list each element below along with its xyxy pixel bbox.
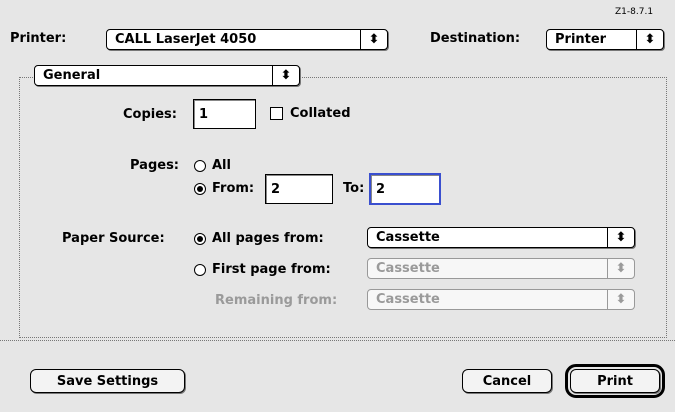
panel-popup[interactable]: General ⬍ [34, 65, 300, 86]
pages-to-field[interactable] [369, 173, 441, 205]
destination-label: Destination: [430, 31, 521, 46]
pages-from-label: From: [212, 181, 255, 196]
copies-label: Copies: [123, 107, 177, 122]
save-settings-button[interactable]: Save Settings [30, 369, 185, 393]
version-label: Z1-8.7.1 [615, 7, 654, 17]
popup-arrows-icon: ⬍ [272, 66, 299, 85]
popup-arrows-icon: ⬍ [636, 30, 663, 49]
first-page-radio[interactable] [194, 264, 206, 276]
all-pages-source-popup[interactable]: Cassette ⬍ [367, 227, 635, 248]
remaining-source-popup[interactable]: Cassette ⬍ [367, 289, 635, 310]
print-button[interactable]: Print [565, 364, 665, 398]
paper-source-label: Paper Source: [62, 231, 165, 246]
pages-from-field[interactable] [265, 174, 333, 204]
popup-arrows-icon: ⬍ [607, 290, 634, 309]
printer-popup[interactable]: CALL LaserJet 4050 ⬍ [106, 29, 388, 50]
pages-label: Pages: [130, 158, 180, 173]
pages-all-label: All [212, 158, 231, 173]
separator [0, 340, 675, 341]
destination-popup[interactable]: Printer ⬍ [546, 29, 664, 50]
popup-arrows-icon: ⬍ [607, 228, 634, 247]
first-page-source-popup[interactable]: Cassette ⬍ [367, 258, 635, 279]
popup-arrows-icon: ⬍ [360, 30, 387, 49]
printer-label: Printer: [10, 31, 67, 46]
all-pages-label: All pages from: [212, 231, 324, 246]
pages-to-label: To: [343, 181, 365, 196]
remaining-label: Remaining from: [215, 293, 338, 308]
printer-value: CALL LaserJet 4050 [115, 32, 257, 47]
all-pages-radio[interactable] [194, 233, 206, 245]
destination-value: Printer [555, 32, 607, 47]
cancel-button[interactable]: Cancel [462, 369, 552, 393]
collated-label: Collated [290, 106, 351, 121]
popup-arrows-icon: ⬍ [607, 259, 634, 278]
panel-value: General [43, 68, 101, 83]
copies-field[interactable] [193, 99, 256, 129]
first-page-label: First page from: [212, 262, 331, 277]
all-pages-source-value: Cassette [376, 230, 440, 245]
pages-from-radio[interactable] [194, 183, 206, 195]
collated-checkbox[interactable] [270, 107, 283, 120]
pages-all-radio[interactable] [194, 160, 206, 172]
remaining-source-value: Cassette [376, 292, 440, 307]
first-page-source-value: Cassette [376, 261, 440, 276]
